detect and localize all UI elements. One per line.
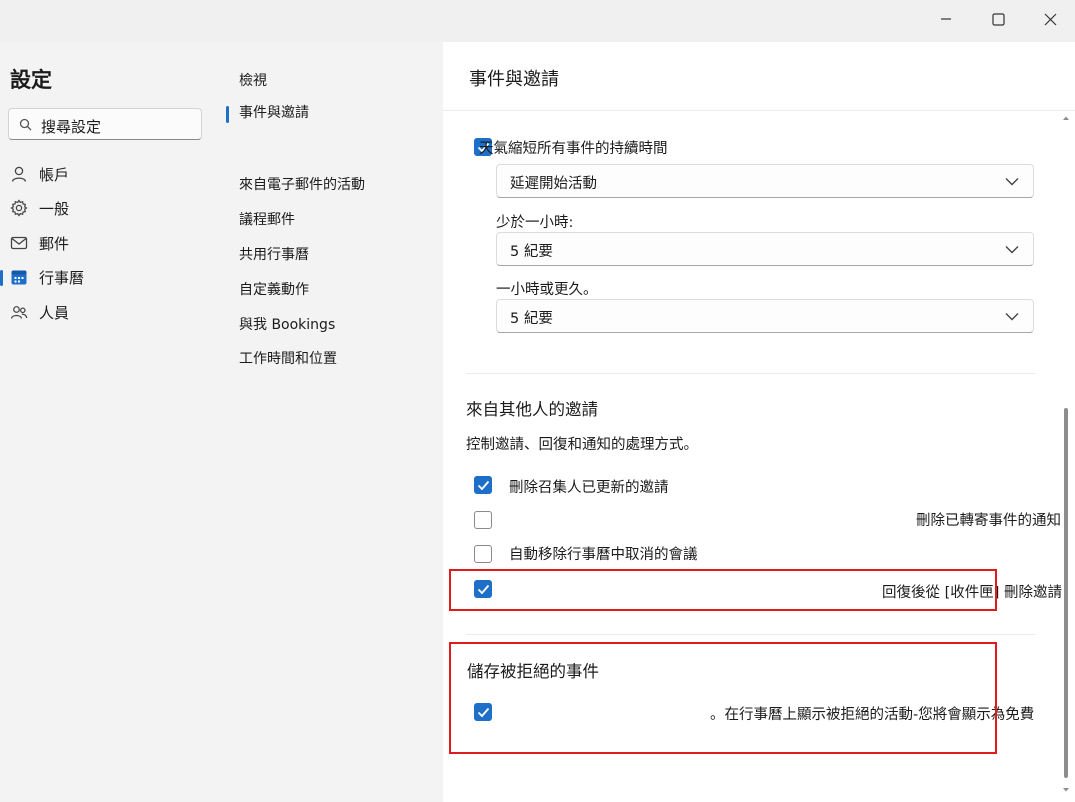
- scroll-up-icon[interactable]: [1062, 114, 1070, 122]
- scroll-down-icon[interactable]: [1062, 786, 1070, 794]
- chevron-down-icon: [1005, 313, 1019, 321]
- chevron-down-icon: [1005, 178, 1019, 186]
- subnav-item-events-invitations[interactable]: 事件與邀請: [239, 102, 309, 122]
- less-than-hour-label: 少於一小時:: [496, 215, 574, 231]
- close-icon[interactable]: [1032, 6, 1068, 32]
- shorten-mode-select[interactable]: 延遲開始活動: [496, 164, 1034, 198]
- subnav-item-bookings[interactable]: 與我 Bookings: [239, 314, 335, 334]
- option-label: 刪除召集人已更新的邀請: [509, 480, 669, 496]
- less-than-hour-select[interactable]: 5 紀要: [496, 232, 1034, 266]
- search-placeholder: 搜尋設定: [41, 118, 102, 136]
- sidebar-item-label: 人員: [39, 304, 70, 322]
- subnav-item-events-from-email[interactable]: 來自電子郵件的活動: [239, 174, 365, 194]
- invitations-description: 控制邀請、回復和通知的處理方式。: [466, 437, 698, 453]
- subnav-item-custom-actions[interactable]: 自定義動作: [239, 279, 309, 299]
- hour-or-more-label: 一小時或更久。: [496, 282, 598, 298]
- option-label: 自動移除行事曆中取消的會議: [509, 547, 698, 563]
- delete-updated-invites-checkbox[interactable]: [474, 476, 492, 494]
- selected-indicator: [226, 106, 229, 123]
- maximize-icon[interactable]: [980, 6, 1016, 32]
- section-divider: [466, 373, 1036, 374]
- search-icon: [19, 118, 32, 131]
- minimize-icon[interactable]: [928, 6, 964, 32]
- select-value: 延遲開始活動: [510, 176, 597, 192]
- sidebar-item-general[interactable]: 一般: [0, 193, 210, 223]
- subnav-item-view[interactable]: 檢視: [239, 70, 267, 90]
- sidebar-item-account[interactable]: 帳戶: [0, 159, 210, 189]
- scrollbar-thumb[interactable]: [1064, 408, 1068, 778]
- subnav-item-agenda-mail[interactable]: 議程郵件: [239, 209, 295, 229]
- section-divider: [466, 634, 1036, 635]
- sidebar-item-calendar[interactable]: 行事曆: [0, 262, 210, 292]
- people-icon: [10, 306, 28, 319]
- sidebar-item-mail[interactable]: 郵件: [0, 228, 210, 258]
- delete-forwarded-notices-checkbox[interactable]: [474, 511, 492, 529]
- sidebar-item-label: 帳戶: [39, 166, 70, 184]
- header-divider: [443, 110, 1075, 111]
- select-value: 5 紀要: [510, 311, 553, 327]
- gear-icon: [10, 199, 28, 217]
- sidebar-item-people[interactable]: 人員: [0, 297, 210, 327]
- subnav-item-work-hours[interactable]: 工作時間和位置: [239, 348, 337, 368]
- shorten-events-label: 天氣縮短所有事件的持續時間: [479, 141, 668, 157]
- option-label: 刪除已轉寄事件的通知: [916, 513, 1061, 529]
- calendar-icon: [11, 270, 27, 285]
- auto-remove-cancelled-checkbox[interactable]: [474, 545, 492, 563]
- page-title: 事件與邀請: [469, 69, 559, 90]
- mail-icon: [10, 236, 28, 250]
- person-icon: [11, 166, 27, 182]
- title-bar: [0, 0, 1075, 42]
- chevron-down-icon: [1005, 246, 1019, 254]
- sidebar-item-label: 行事曆: [39, 269, 85, 287]
- search-input[interactable]: 搜尋設定: [8, 108, 202, 140]
- subnav-item-shared-calendars[interactable]: 共用行事曆: [239, 244, 309, 264]
- settings-title: 設定: [10, 68, 52, 92]
- selected-indicator: [0, 270, 3, 286]
- sidebar-item-label: 郵件: [39, 235, 70, 253]
- invitations-heading: 來自其他人的邀請: [466, 400, 598, 419]
- hour-or-more-select[interactable]: 5 紀要: [496, 299, 1034, 333]
- highlight-box: [449, 642, 997, 754]
- sidebar-item-label: 一般: [39, 200, 70, 218]
- select-value: 5 紀要: [510, 244, 553, 260]
- highlight-box: [449, 569, 997, 611]
